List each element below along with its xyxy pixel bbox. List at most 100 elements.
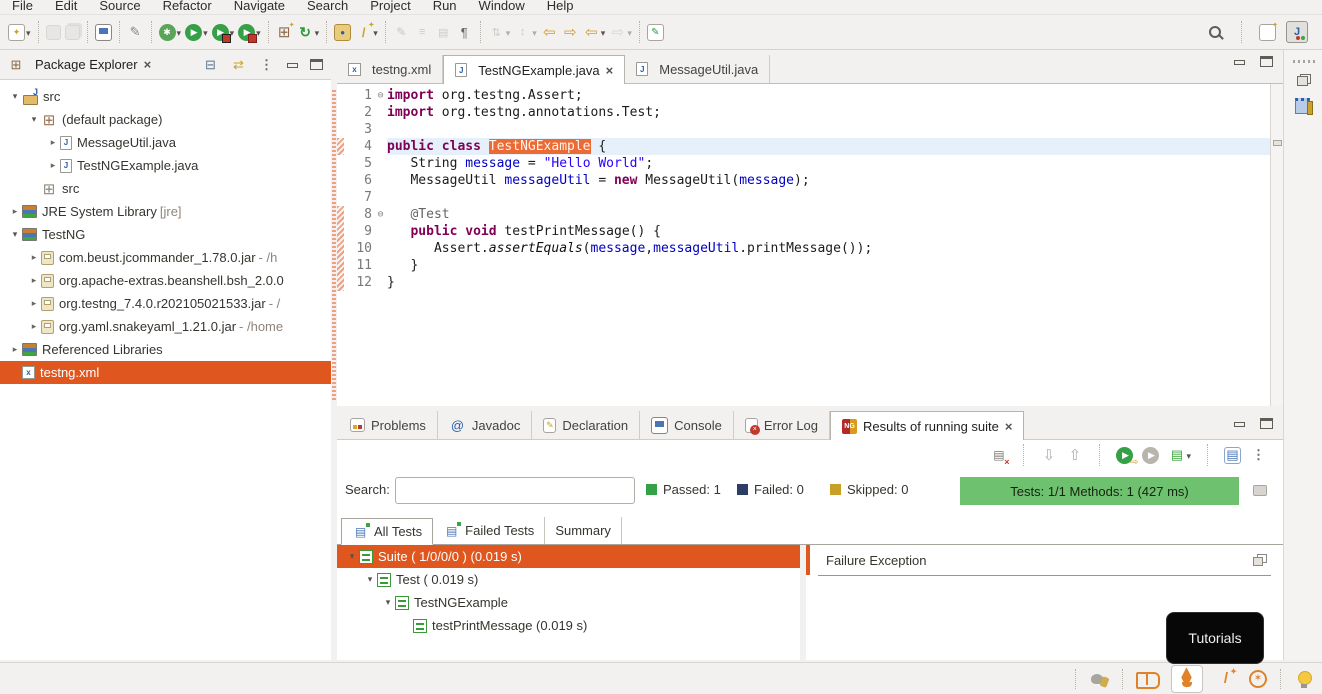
format-button[interactable]: ≡ — [414, 24, 431, 41]
code-line[interactable]: 10 Assert.assertEquals(message,messageUt… — [337, 240, 1283, 257]
new-wizard-button[interactable]: ✦ — [8, 23, 31, 41]
tree-item[interactable]: org.apache-extras.beanshell.bsh_2.0.0 — [0, 269, 331, 292]
menu-edit[interactable]: Edit — [55, 0, 77, 14]
tree-item[interactable]: TestNG — [0, 223, 331, 246]
expander-icon[interactable] — [381, 597, 395, 608]
forward-button[interactable]: ⇨ — [609, 23, 632, 41]
result-row[interactable]: TestNGExample — [337, 591, 800, 614]
subtab-all-tests[interactable]: ▤All Tests — [341, 518, 433, 545]
tree-item[interactable]: org.testng_7.4.0.r202105021533.jar - / — [0, 292, 331, 315]
menu-dots-button[interactable]: ⋮ — [1250, 447, 1267, 464]
java-perspective-button[interactable]: J — [1286, 21, 1308, 43]
expander-icon[interactable] — [27, 114, 41, 125]
console-button[interactable] — [95, 24, 112, 41]
restore-view-icon[interactable] — [1297, 74, 1311, 86]
expander-icon[interactable] — [345, 551, 359, 562]
search-button[interactable] — [1207, 24, 1224, 41]
overview-marker[interactable] — [1273, 140, 1282, 146]
menu-window[interactable]: Window — [479, 0, 525, 14]
expander-icon[interactable] — [27, 252, 41, 263]
run-button[interactable]: ▶ — [185, 23, 208, 41]
chevron-down-icon[interactable] — [506, 23, 511, 41]
chevron-down-icon[interactable] — [177, 23, 182, 41]
view-tab-error-log[interactable]: Error Log — [734, 411, 830, 439]
run-external-button[interactable]: ▶ — [238, 23, 261, 41]
expander-icon[interactable] — [8, 206, 22, 217]
code-line[interactable]: 2import org.testng.annotations.Test; — [337, 104, 1283, 121]
editor-tab-testngexample-java[interactable]: JTestNGExample.java — [443, 55, 625, 84]
code-line[interactable]: 4public class TestNGExample { — [337, 138, 1283, 155]
editor-tab-testng-xml[interactable]: xtestng.xml — [337, 55, 443, 83]
book-icon[interactable] — [1136, 669, 1158, 689]
show-whitespace-button[interactable]: ¶ — [456, 24, 473, 41]
tree-item[interactable]: JTestNGExample.java — [0, 154, 331, 177]
menu-navigate[interactable]: Navigate — [234, 0, 285, 14]
menu-project[interactable]: Project — [370, 0, 410, 14]
search-wand-button[interactable]: / — [355, 23, 378, 41]
collapse-all-icon[interactable]: ⊟ — [202, 56, 219, 73]
drag-handle-icon[interactable] — [1293, 60, 1315, 63]
editor-tab-messageutil-java[interactable]: JMessageUtil.java — [625, 55, 770, 83]
tree-item[interactable]: JMessageUtil.java — [0, 131, 331, 154]
result-row[interactable]: testPrintMessage (0.019 s) — [337, 614, 800, 637]
chevron-down-icon[interactable] — [532, 23, 537, 41]
code-line[interactable]: 3 — [337, 121, 1283, 138]
chevron-down-icon[interactable] — [26, 23, 31, 41]
externalize-button[interactable]: ✎ — [393, 24, 410, 41]
open-type-button[interactable]: ● — [334, 24, 351, 41]
save-all-button[interactable] — [65, 25, 80, 40]
menu-help[interactable]: Help — [547, 0, 574, 14]
view-tab-console[interactable]: Console — [640, 411, 734, 439]
pin-button[interactable]: ✎ — [127, 24, 144, 41]
outline-view-icon[interactable] — [1295, 98, 1310, 114]
community-icon[interactable]: ✶ — [1249, 670, 1267, 688]
expander-icon[interactable] — [27, 298, 41, 309]
tree-item[interactable]: xtestng.xml — [0, 361, 331, 384]
minimize-icon[interactable] — [1233, 56, 1246, 67]
expander-icon[interactable] — [46, 160, 60, 171]
lightbulb-icon[interactable] — [1294, 669, 1314, 689]
view-tab-problems[interactable]: Problems — [339, 411, 438, 439]
subtab-failed-tests[interactable]: ▤Failed Tests — [433, 517, 545, 544]
code-line[interactable]: 6 MessageUtil messageUtil = new MessageU… — [337, 172, 1283, 189]
code-line[interactable]: 5 String message = "Hello World"; — [337, 155, 1283, 172]
maximize-icon[interactable] — [1260, 418, 1273, 429]
testng-run-button[interactable]: ↻ — [297, 23, 320, 41]
run-coverage-button[interactable]: ▶ — [212, 23, 235, 41]
expander-icon[interactable] — [27, 321, 41, 332]
expander-icon[interactable] — [8, 229, 22, 240]
expander-icon[interactable] — [46, 137, 60, 148]
tutorials-button[interactable] — [1171, 665, 1203, 693]
new-java-project-button[interactable]: ⊞ — [276, 24, 293, 41]
code-line[interactable]: 12} — [337, 274, 1283, 291]
maximize-icon[interactable] — [310, 59, 323, 70]
result-row[interactable]: Test ( 0.019 s) — [337, 568, 800, 591]
expand-all-button[interactable]: ↕ — [514, 23, 537, 41]
overview-ruler[interactable] — [1270, 84, 1283, 406]
code-line[interactable]: 8⊖ @Test — [337, 206, 1283, 223]
result-row[interactable]: Suite ( 1/0/0/0 ) (0.019 s) — [337, 545, 800, 568]
tree-item[interactable]: src — [0, 85, 331, 108]
link-editor-icon[interactable]: ⇄ — [230, 56, 247, 73]
next-annotation-button[interactable]: ▤ — [435, 24, 452, 41]
code-line[interactable]: 7 — [337, 189, 1283, 206]
console-view-icon[interactable] — [1253, 485, 1267, 496]
expander-icon[interactable] — [363, 574, 377, 585]
expander-icon[interactable] — [27, 275, 41, 286]
next-edit-button[interactable]: ⇨ — [562, 24, 579, 41]
package-explorer-tab[interactable]: ⊞ Package Explorer — [8, 57, 151, 73]
menu-refactor[interactable]: Refactor — [163, 0, 212, 14]
chevron-down-icon[interactable] — [315, 23, 320, 41]
rerun-button[interactable]: ▶ — [1116, 447, 1133, 464]
close-icon[interactable] — [606, 63, 614, 78]
view-dots-icon[interactable]: ⋮ — [258, 56, 275, 73]
view-menu-button[interactable]: ▤ — [1168, 446, 1191, 464]
menu-file[interactable]: File — [12, 0, 33, 14]
tree-item[interactable]: JRE System Library [jre] — [0, 200, 331, 223]
wand-icon[interactable]: / — [1216, 669, 1236, 689]
restore-view-icon[interactable] — [1253, 554, 1267, 566]
save-button[interactable] — [46, 25, 61, 40]
clear-results-button[interactable]: ▤ — [990, 447, 1007, 464]
chevron-down-icon[interactable] — [627, 23, 632, 41]
search-input[interactable] — [395, 477, 635, 504]
